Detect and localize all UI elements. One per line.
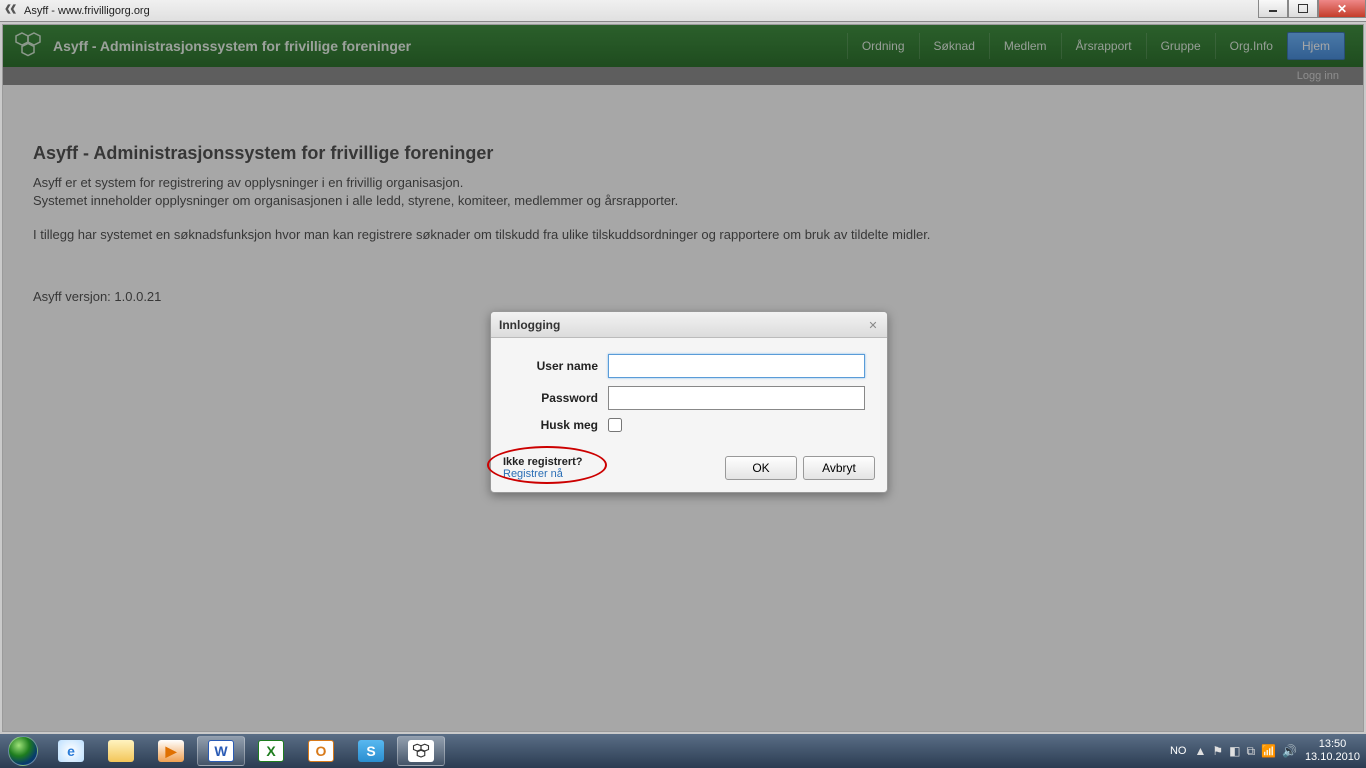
remember-row: Husk meg [513,418,865,432]
asyff-task-icon [408,740,434,762]
window-close-button[interactable] [1318,0,1366,18]
login-dialog: Innlogging ✕ User name Password Husk meg [490,311,888,493]
window-minimize-button[interactable] [1258,0,1288,18]
remember-label: Husk meg [513,418,598,432]
password-label: Password [513,391,598,405]
excel-icon: X [258,740,284,762]
ok-button[interactable]: OK [725,456,797,480]
dialog-title: Innlogging [499,318,560,332]
tray-prog-icon[interactable]: ⧉ [1246,744,1255,759]
dialog-buttons: OK Avbryt [725,456,875,480]
app-frame: Asyff - Administrasjonssystem for frivil… [2,24,1364,732]
taskbar-ie[interactable]: e [47,736,95,766]
window-maximize-button[interactable] [1288,0,1318,18]
taskbar-excel[interactable]: X [247,736,295,766]
username-row: User name [513,354,865,378]
taskbar-word[interactable]: W [197,736,245,766]
dialog-titlebar[interactable]: Innlogging ✕ [491,312,887,338]
taskbar-wmp[interactable]: ▶ [147,736,195,766]
word-icon: W [208,740,234,762]
remember-checkbox[interactable] [608,418,622,432]
register-block: Ikke registrert? Registrer nå [503,456,582,480]
language-indicator[interactable]: NO [1170,745,1187,757]
tray-up-icon[interactable]: ▲ [1194,744,1206,758]
dialog-footer: Ikke registrert? Registrer nå OK Avbryt [491,448,887,492]
skype-icon: S [358,740,384,762]
password-input[interactable] [608,386,865,410]
tray-network-icon[interactable]: 📶 [1261,744,1276,758]
tray-volume-icon[interactable]: 🔊 [1282,744,1297,758]
register-link[interactable]: Registrer nå [503,468,582,480]
folder-icon [108,740,134,762]
windows-orb-icon [8,736,38,766]
taskbar-asyff[interactable] [397,736,445,766]
dialog-body: User name Password Husk meg [491,338,887,448]
app-icon [4,3,20,19]
taskbar-explorer[interactable] [97,736,145,766]
app-viewport: Asyff - Administrasjonssystem for frivil… [0,22,1366,734]
clock-time: 13:50 [1305,738,1360,751]
username-label: User name [513,359,598,373]
clock-date: 13.10.2010 [1305,751,1360,764]
wmp-icon: ▶ [158,740,184,762]
tray-box-icon[interactable]: ◧ [1229,744,1240,758]
dialog-close-icon[interactable]: ✕ [865,317,881,333]
window-titlebar: Asyff - www.frivilligorg.org [0,0,1366,22]
taskbar-skype[interactable]: S [347,736,395,766]
start-button[interactable] [0,734,46,768]
not-registered-label: Ikke registrert? [503,456,582,468]
tray-icons: ▲ ⚑ ◧ ⧉ 📶 🔊 [1194,744,1296,759]
taskbar-clock[interactable]: 13:50 13.10.2010 [1305,738,1360,764]
outlook-icon: O [308,740,334,762]
username-input[interactable] [608,354,865,378]
taskbar-outlook[interactable]: O [297,736,345,766]
window-title: Asyff - www.frivilligorg.org [24,5,150,17]
taskbar: e ▶ W X O S NO ▲ ⚑ ◧ ⧉ 📶 🔊 13:50 13.10.2… [0,734,1366,768]
cancel-button[interactable]: Avbryt [803,456,875,480]
system-tray: NO ▲ ⚑ ◧ ⧉ 📶 🔊 13:50 13.10.2010 [1170,738,1366,764]
password-row: Password [513,386,865,410]
tray-flag-icon[interactable]: ⚑ [1212,744,1223,758]
window-controls [1258,0,1366,18]
ie-icon: e [58,740,84,762]
